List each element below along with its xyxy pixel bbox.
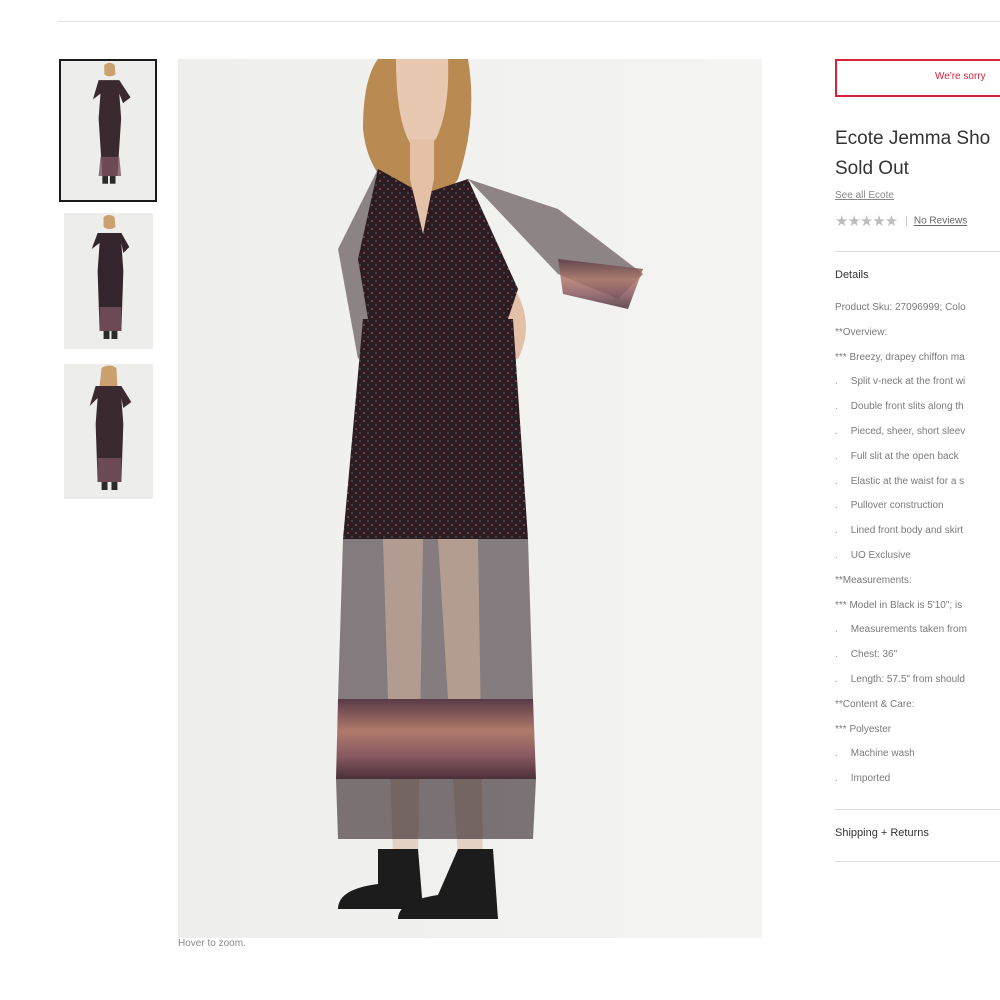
- detail-bullet-item: Lined front body and skirt: [835, 525, 963, 536]
- detail-bullet-item: Length: 57.5" from should: [835, 674, 965, 685]
- detail-bullet-item: Imported: [835, 773, 890, 784]
- detail-text-line: *** Breezy, drapey chiffon ma: [835, 352, 965, 363]
- thumbnail-side-image: [64, 213, 153, 349]
- thumbnail-back-image: [64, 364, 153, 499]
- detail-text-line: Product Sku: 27096999; Colo: [835, 302, 966, 313]
- detail-bullet-item: Full slit at the open back: [835, 451, 959, 462]
- hover-to-zoom-hint: Hover to zoom.: [178, 938, 246, 949]
- sold-out-label: Sold Out: [835, 158, 909, 179]
- detail-bullet-item: Split v-neck at the front wi: [835, 376, 966, 387]
- thumbnail-front[interactable]: [59, 59, 157, 202]
- detail-bullet-item: Double front slits along th: [835, 401, 964, 412]
- star-rating-icon: ★★★★★: [835, 213, 898, 230]
- detail-text-line: *** Polyester: [835, 724, 892, 735]
- details-top-divider: [835, 251, 1000, 252]
- model-photo: [178, 59, 762, 938]
- detail-bullet-item: Machine wash: [835, 748, 915, 759]
- reviews-link[interactable]: No Reviews: [914, 216, 967, 227]
- alert-text: We're sorry: [935, 71, 986, 82]
- detail-bullet-item: Pullover construction: [835, 500, 944, 511]
- details-heading: Details: [835, 269, 869, 281]
- detail-bullet-item: UO Exclusive: [835, 550, 911, 561]
- detail-text-line: **Measurements:: [835, 575, 912, 586]
- shipping-bottom-divider: [835, 861, 1000, 862]
- detail-bullet-item: Measurements taken from: [835, 624, 967, 635]
- see-all-brand-link[interactable]: See all Ecote: [835, 190, 894, 201]
- header-divider: [58, 21, 1000, 22]
- detail-bullet-item: Elastic at the waist for a s: [835, 476, 964, 487]
- sold-out-alert: We're sorry: [835, 59, 1000, 97]
- rating-row: ★★★★★ | No Reviews: [835, 212, 967, 230]
- product-title: Ecote Jemma Sho Sold Out: [835, 124, 990, 184]
- thumbnail-side[interactable]: [64, 213, 153, 349]
- shipping-top-divider: [835, 809, 1000, 810]
- rating-separator: |: [905, 215, 908, 227]
- product-name: Ecote Jemma Sho: [835, 128, 991, 149]
- main-product-image[interactable]: [178, 59, 762, 938]
- thumbnail-front-image: [61, 61, 155, 200]
- detail-bullet-item: Chest: 36": [835, 649, 897, 660]
- thumbnail-back[interactable]: [64, 364, 153, 499]
- detail-text-line: **Overview:: [835, 327, 888, 338]
- shipping-returns-toggle[interactable]: Shipping + Returns: [835, 827, 929, 839]
- detail-bullet-item: Pieced, sheer, short sleev: [835, 426, 966, 437]
- detail-text-line: *** Model in Black is 5'10"; is: [835, 600, 963, 611]
- detail-text-line: **Content & Care:: [835, 699, 915, 710]
